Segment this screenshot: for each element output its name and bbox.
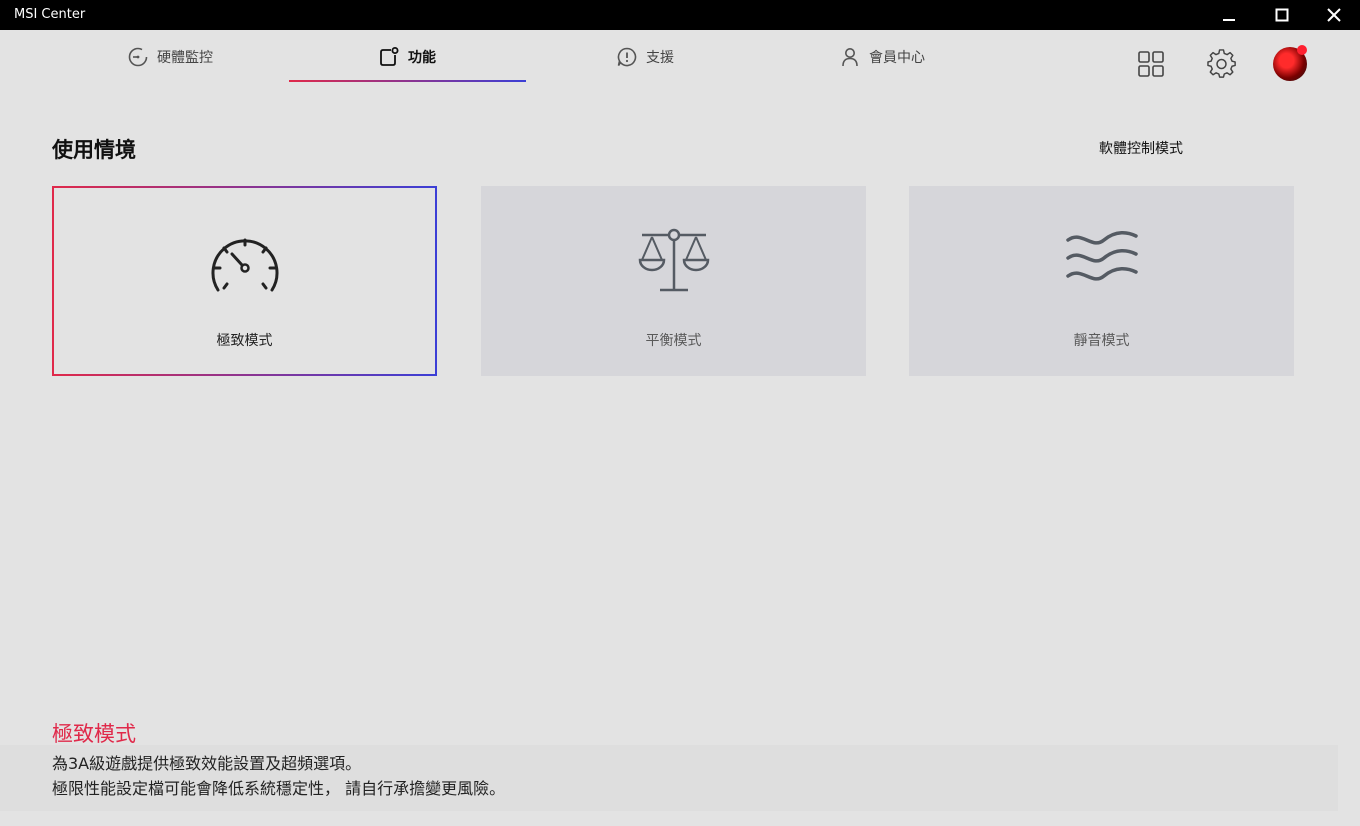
mode-card-extreme[interactable]: 極致模式 [52,186,437,376]
description-title: 極致模式 [52,722,136,746]
close-button[interactable] [1311,0,1357,30]
tab-label: 會員中心 [869,50,925,66]
speedometer-icon [211,238,278,292]
mode-label: 極致模式 [216,333,273,349]
maximize-button[interactable] [1259,0,1305,30]
tab-support[interactable]: 支援 [565,30,725,84]
waves-icon [1065,231,1138,281]
apps-grid-button[interactable] [1133,46,1169,82]
maximize-icon [1275,8,1289,22]
user-icon [842,48,858,67]
alert-icon [617,47,637,67]
tab-member-center[interactable]: 會員中心 [802,30,962,84]
tab-features[interactable]: 功能 [327,30,487,84]
notification-dot [1297,45,1307,55]
description-line: 為3A級遊戲提供極致效能設置及超頻選項。 [52,754,362,773]
balance-scale-icon [638,228,709,292]
grid-icon [1138,51,1164,77]
tab-label: 功能 [408,50,436,66]
page-title: 使用情境 [52,138,136,162]
description-line: 極限性能設定檔可能會降低系統穩定性， 請自行承擔變更風險。 [52,779,506,798]
active-tab-indicator [289,80,526,82]
title-bar: MSI Center [0,0,1360,30]
tab-hardware-monitor[interactable]: 硬體監控 [90,30,250,84]
mode-label: 平衡模式 [645,333,702,349]
control-mode-link[interactable]: 軟體控制模式 [1099,138,1183,158]
minimize-button[interactable] [1206,0,1252,30]
gear-icon [1207,49,1236,78]
mode-card-balanced[interactable]: 平衡模式 [481,186,866,376]
tab-label: 支援 [646,50,674,66]
feature-icon [380,47,399,66]
close-icon [1327,8,1341,22]
minimize-icon [1223,19,1235,21]
mode-card-silent[interactable]: 靜音模式 [909,186,1294,376]
settings-button[interactable] [1204,46,1240,82]
gauge-icon [128,47,148,67]
mode-label: 靜音模式 [1073,333,1130,349]
tab-label: 硬體監控 [157,50,213,66]
app-title: MSI Center [14,7,86,22]
